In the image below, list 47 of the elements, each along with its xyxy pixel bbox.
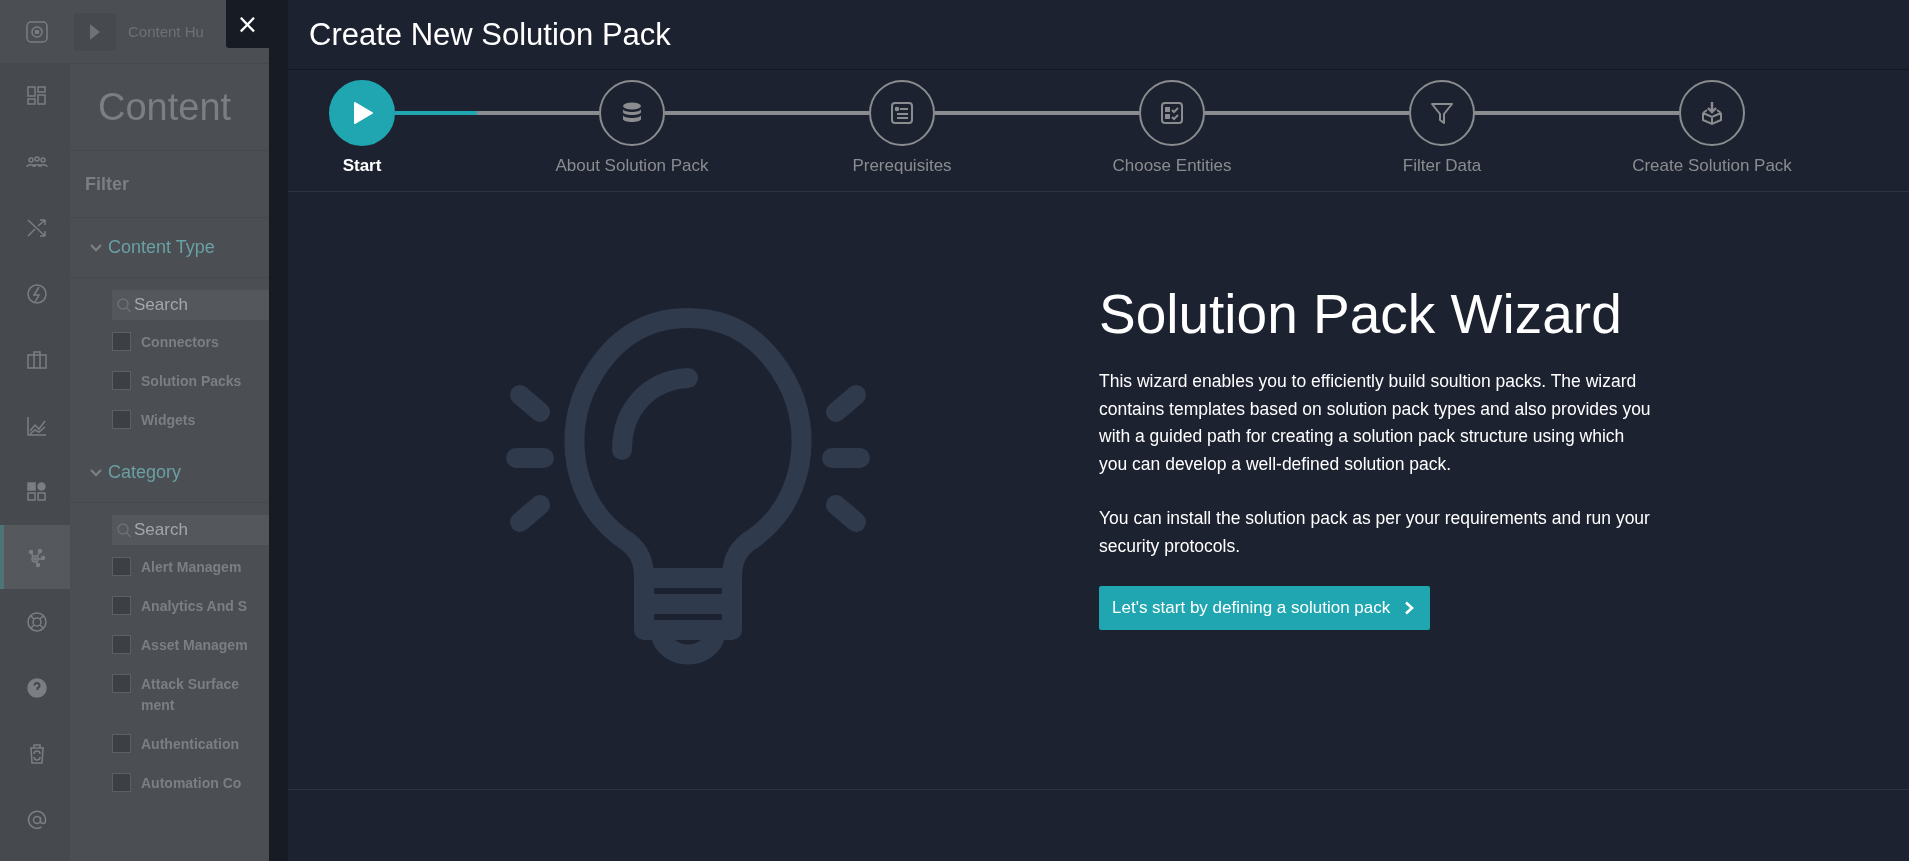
caret-icon <box>90 243 102 252</box>
close-button[interactable]: × <box>226 0 269 48</box>
chart-icon <box>26 415 48 437</box>
rail-item[interactable] <box>0 525 70 589</box>
step-label: Create Solution Pack <box>1632 156 1792 176</box>
step-label: About Solution Pack <box>555 156 709 176</box>
filter-icon <box>1429 100 1455 126</box>
rail-item[interactable] <box>0 0 70 63</box>
widgets-icon <box>26 481 48 503</box>
step-label: Choose Entities <box>1112 156 1232 176</box>
briefcase-icon <box>26 349 48 371</box>
description-paragraph: You can install the solution pack as per your requirements and run your security protocols. <box>1099 507 1651 558</box>
help-icon <box>26 677 48 699</box>
caret-icon <box>90 468 102 477</box>
step-label: Prerequisites <box>852 156 952 176</box>
checkbox[interactable] <box>112 635 131 654</box>
search-field[interactable]: Search <box>112 290 269 320</box>
search-icon <box>117 523 131 538</box>
box-icon <box>1699 100 1725 126</box>
dialog-title: Create New Solution Pack <box>309 16 671 53</box>
checkbox[interactable] <box>112 674 131 693</box>
play-icon <box>90 23 100 40</box>
bolt-icon <box>26 283 48 305</box>
shuffle-icon <box>26 217 48 239</box>
hub-icon <box>26 546 48 568</box>
search-icon <box>117 298 131 313</box>
checkbox[interactable] <box>112 596 131 615</box>
step-label: Start <box>342 156 382 176</box>
start-button[interactable]: Let's start by defining a solution pack <box>1099 586 1431 630</box>
checklist-icon <box>1159 100 1185 126</box>
search-field[interactable]: Search <box>112 515 269 545</box>
checkbox[interactable] <box>112 332 131 351</box>
checkbox[interactable] <box>112 371 131 390</box>
checkbox[interactable] <box>112 773 131 792</box>
lifebuoy-icon <box>26 611 48 633</box>
checkbox[interactable] <box>112 410 131 429</box>
step-label: Filter Data <box>1402 156 1482 176</box>
list-icon <box>889 100 915 126</box>
expand-button[interactable] <box>74 12 116 51</box>
at-icon <box>26 809 48 831</box>
wizard-heading: Solution Pack Wizard <box>1099 282 1623 347</box>
logo-icon <box>26 20 48 43</box>
chevron-right-icon <box>1404 601 1415 615</box>
dashboard-icon <box>26 85 48 107</box>
checkbox[interactable] <box>112 734 131 753</box>
checkbox[interactable] <box>112 557 131 576</box>
description-paragraph: This wizard enables you to efficiently build soultion packs. The wizard contains templates based on solution pack types and also provides you with a guided path for creating a solution pack structure using which you can develop a well-defined solution pack. <box>1099 370 1651 476</box>
